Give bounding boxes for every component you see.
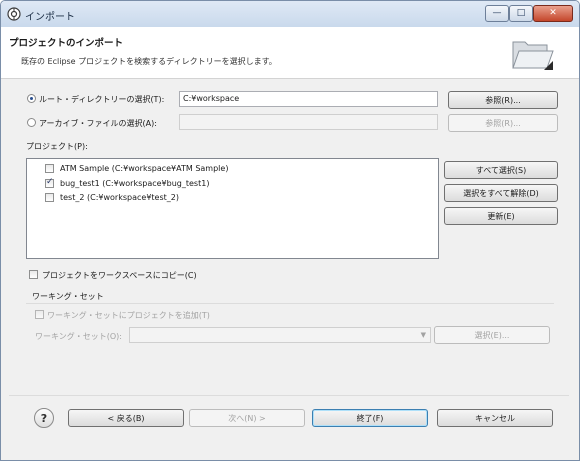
projects-list[interactable]: ATM Sample (C:¥workspace¥ATM Sample) bug… [26, 158, 439, 259]
project-label: bug_test1 (C:¥workspace¥bug_test1) [60, 178, 210, 188]
wizard-banner: プロジェクトのインポート 既存の Eclipse プロジェクトを検索するディレク… [1, 27, 579, 79]
open-folder-icon [512, 41, 554, 70]
project-checkbox[interactable] [45, 177, 54, 188]
refresh-button[interactable]: 更新(E) [444, 207, 558, 225]
help-icon: ? [40, 411, 48, 425]
project-label: test_2 (C:¥workspace¥test_2) [60, 192, 179, 202]
project-item-test-2[interactable]: test_2 (C:¥workspace¥test_2) [45, 191, 179, 203]
project-checkbox[interactable] [45, 163, 54, 173]
eclipse-app-icon [7, 7, 21, 21]
working-sets-combo[interactable]: ▼ [129, 327, 431, 343]
archive-file-input[interactable] [179, 114, 438, 130]
import-dialog: インポート — □ ✕ プロジェクトのインポート 既存の Eclipse プロジ… [0, 0, 580, 461]
projects-label: プロジェクト(P): [26, 142, 88, 151]
project-label: ATM Sample (C:¥workspace¥ATM Sample) [60, 163, 229, 173]
next-button[interactable]: 次へ(N) > [189, 409, 305, 427]
cancel-button[interactable]: キャンセル [437, 409, 553, 427]
maximize-icon: □ [516, 8, 526, 18]
copy-into-workspace-label: プロジェクトをワークスペースにコピー(C) [42, 271, 197, 280]
page-title: プロジェクトのインポート [9, 38, 124, 49]
maximize-button[interactable]: □ [509, 5, 533, 22]
copy-into-workspace-checkbox[interactable] [29, 270, 38, 279]
archive-browse-button[interactable]: 参照(R)... [448, 114, 558, 132]
group-divider [26, 303, 554, 304]
footer-divider [9, 395, 569, 396]
project-item-bug-test1[interactable]: bug_test1 (C:¥workspace¥bug_test1) [45, 177, 209, 189]
archive-file-radio[interactable] [27, 118, 36, 127]
deselect-all-button[interactable]: 選択をすべて解除(D) [444, 184, 558, 202]
root-directory-radio[interactable] [27, 94, 36, 103]
back-button[interactable]: < 戻る(B) [68, 409, 184, 427]
close-icon: ✕ [549, 8, 557, 18]
minimize-icon: — [492, 8, 502, 18]
root-directory-input[interactable]: C:¥workspace [179, 91, 438, 107]
add-to-working-set-label: ワーキング・セットにプロジェクトを追加(T) [47, 311, 210, 320]
window-title: インポート [25, 12, 75, 23]
close-button[interactable]: ✕ [533, 5, 573, 22]
page-description: 既存の Eclipse プロジェクトを検索するディレクトリーを選択します。 [21, 57, 277, 66]
archive-file-label: アーカイブ・ファイルの選択(A): [39, 119, 157, 128]
select-all-button[interactable]: すべて選択(S) [444, 161, 558, 179]
finish-button[interactable]: 終了(F) [312, 409, 428, 427]
minimize-button[interactable]: — [485, 5, 509, 22]
project-item-atm-sample[interactable]: ATM Sample (C:¥workspace¥ATM Sample) [45, 162, 228, 174]
root-browse-button[interactable]: 参照(R)... [448, 91, 558, 109]
chevron-down-icon: ▼ [420, 331, 426, 339]
add-to-working-set-checkbox[interactable] [35, 310, 44, 319]
help-button[interactable]: ? [34, 408, 54, 428]
working-set-select-button[interactable]: 選択(E)... [434, 326, 550, 344]
working-set-group-label: ワーキング・セット [32, 292, 104, 301]
root-directory-label: ルート・ディレクトリーの選択(T): [39, 95, 165, 104]
working-sets-label: ワーキング・セット(O): [35, 332, 122, 341]
project-checkbox[interactable] [45, 192, 54, 202]
title-bar[interactable]: インポート — □ ✕ [1, 1, 579, 27]
